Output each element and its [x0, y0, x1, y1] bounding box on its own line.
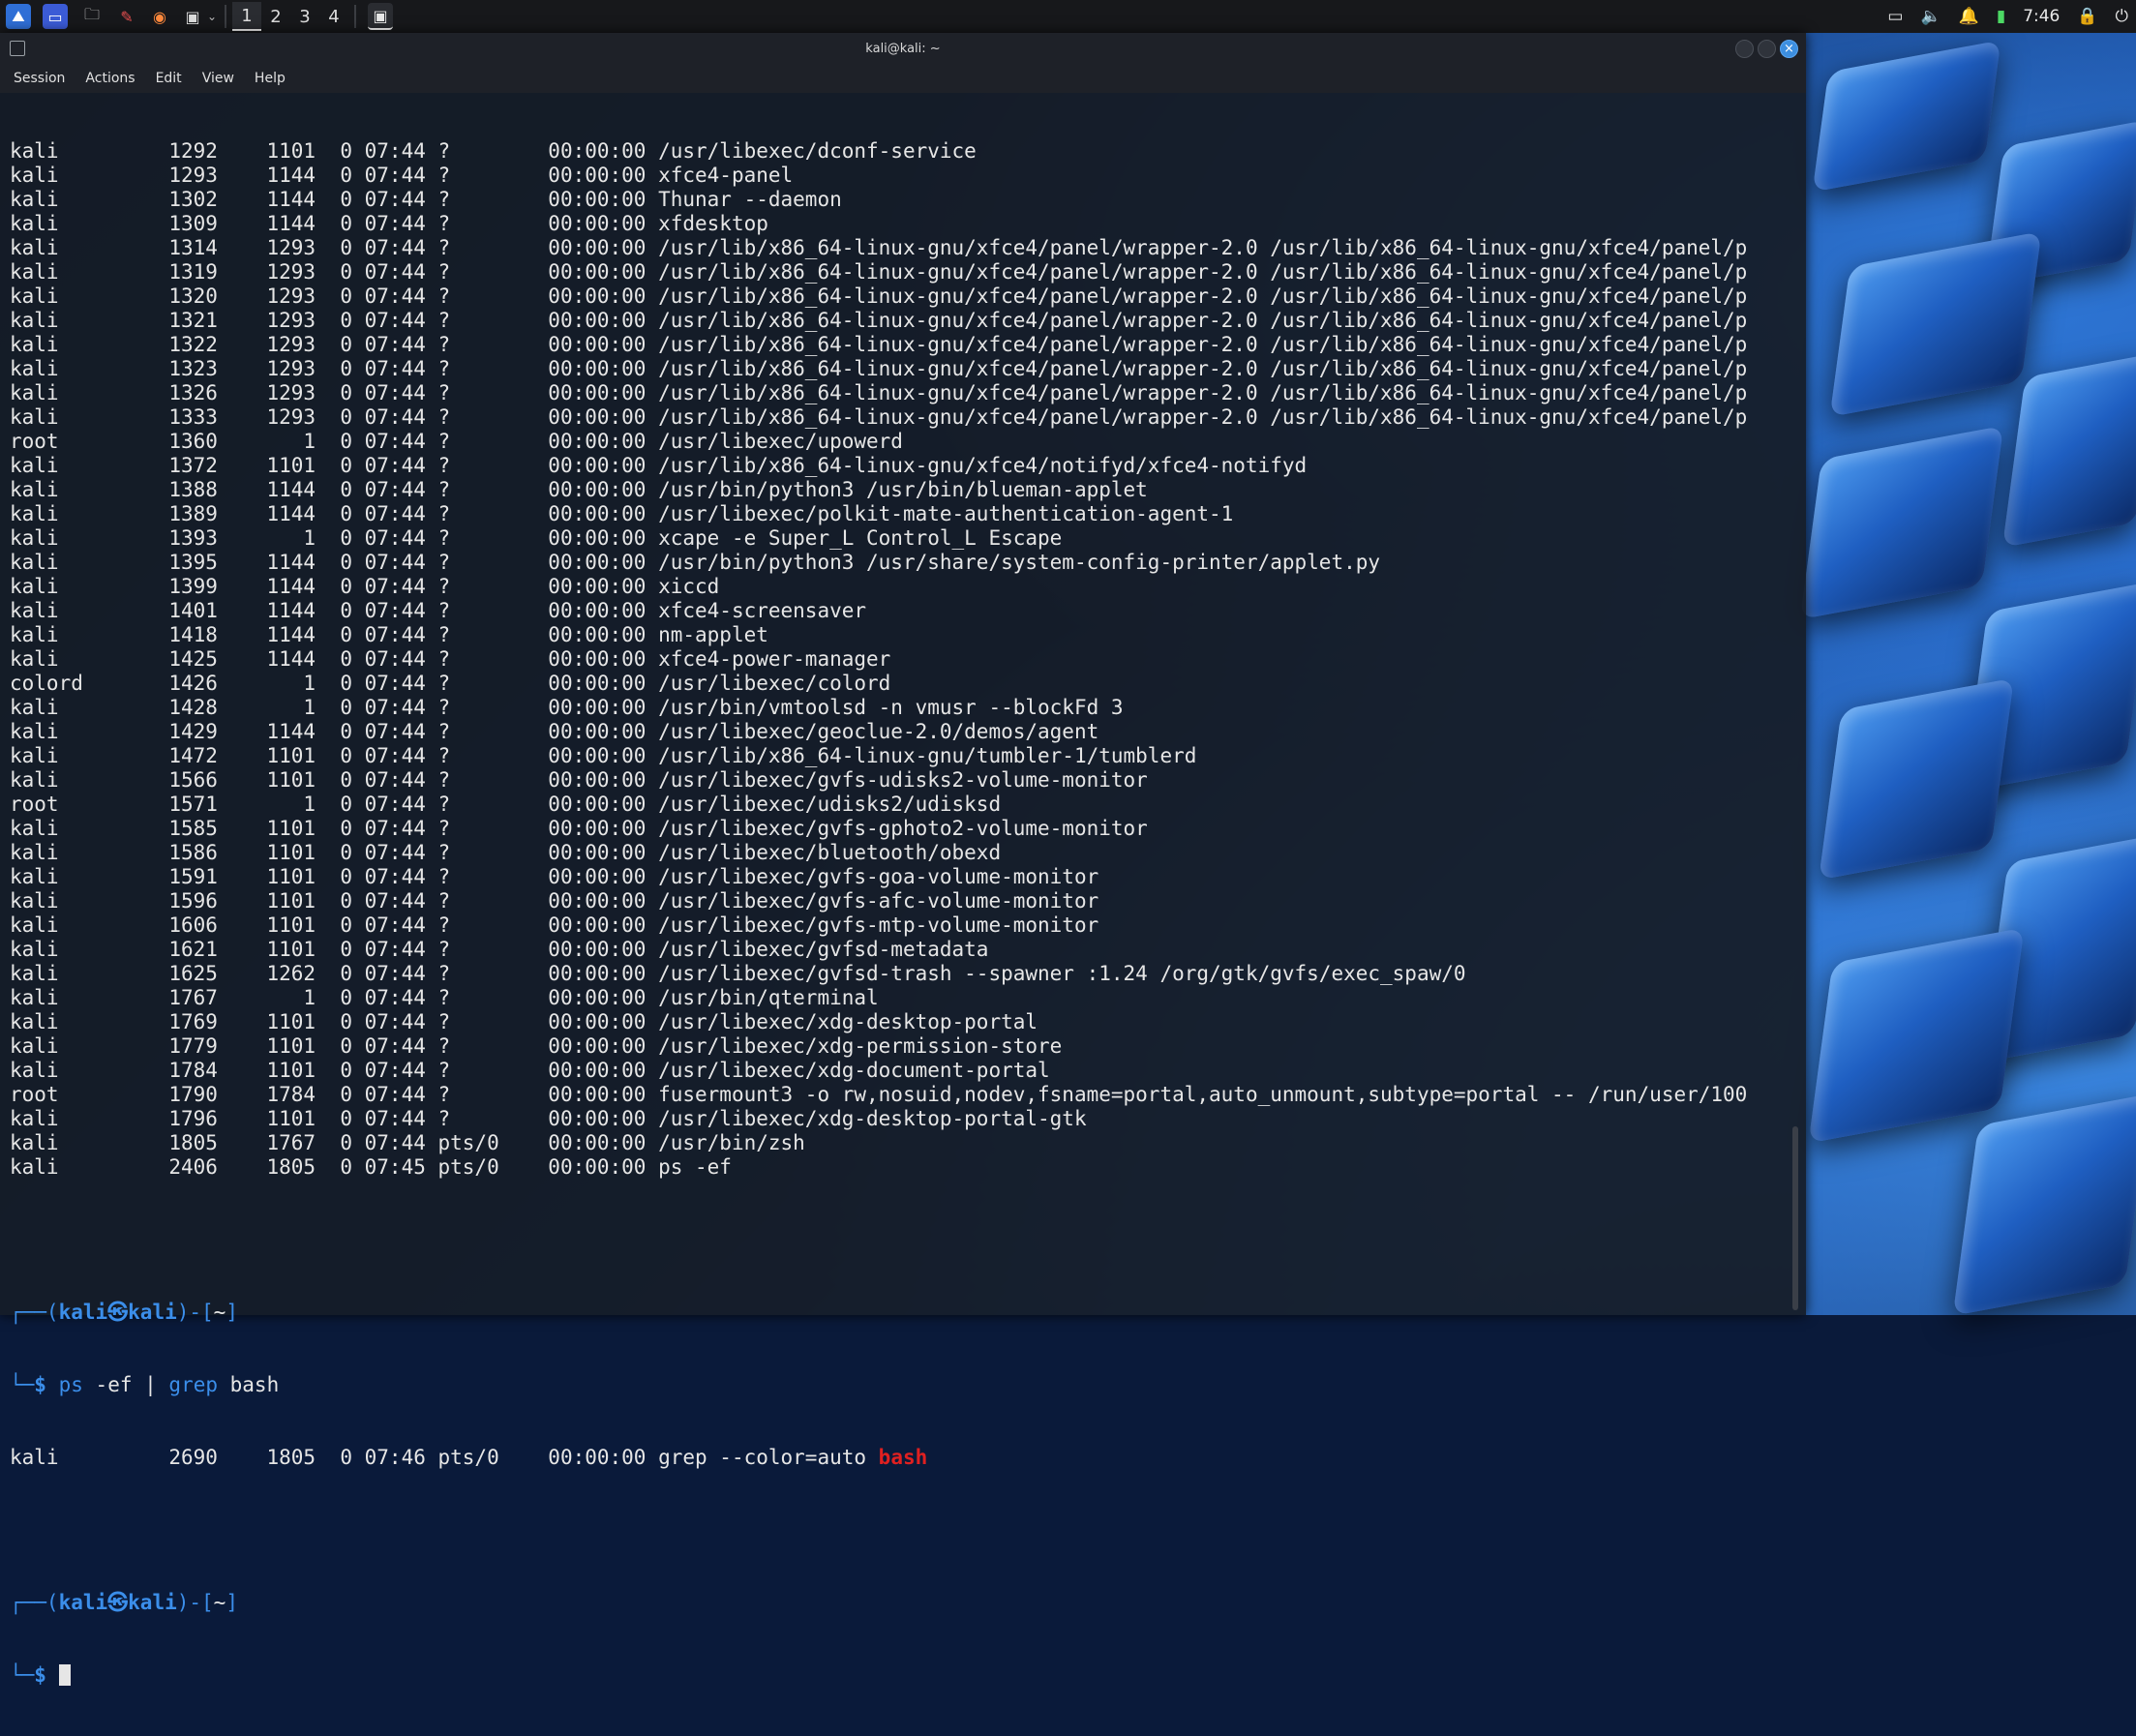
process-row: kali 1767 1 0 07:44 ? 00:00:00 /usr/bin/… — [10, 986, 879, 1009]
process-row: kali 1805 1767 0 07:44 pts/0 00:00:00 /u… — [10, 1131, 805, 1154]
process-row: kali 1621 1101 0 07:44 ? 00:00:00 /usr/l… — [10, 938, 989, 961]
menu-bar: Session Actions Edit View Help — [0, 64, 1806, 93]
file-manager-icon[interactable]: 🗀 — [79, 4, 105, 29]
command-name: grep — [168, 1373, 218, 1396]
window-titlebar[interactable]: kali@kali: ~ × — [0, 33, 1806, 64]
command-name: ps — [58, 1373, 83, 1396]
terminal-icon[interactable]: ▣ — [180, 4, 205, 29]
text-cursor — [58, 1664, 71, 1686]
top-panel: ⛰ ▭ 🗀 ✎ ◉ ▣ ⌄ 1 2 3 4 ▣ ▭ 🔈 🔔 ▮ 7:46 🔒 ⏻ — [0, 0, 2136, 33]
process-row: kali 1302 1144 0 07:44 ? 00:00:00 Thunar… — [10, 188, 842, 211]
taskbar-terminal-button[interactable]: ▣ — [368, 3, 393, 30]
process-row: kali 1625 1262 0 07:44 ? 00:00:00 /usr/l… — [10, 962, 1466, 985]
menu-help[interactable]: Help — [248, 71, 292, 86]
process-row: kali 1293 1144 0 07:44 ? 00:00:00 xfce4-… — [10, 164, 794, 187]
process-row: kali 1393 1 0 07:44 ? 00:00:00 xcape -e … — [10, 526, 1063, 550]
process-row: kali 1401 1144 0 07:44 ? 00:00:00 xfce4-… — [10, 599, 867, 622]
process-row: kali 1372 1101 0 07:44 ? 00:00:00 /usr/l… — [10, 454, 1308, 477]
process-row: kali 1606 1101 0 07:44 ? 00:00:00 /usr/l… — [10, 913, 1099, 937]
process-row: kali 1769 1101 0 07:44 ? 00:00:00 /usr/l… — [10, 1010, 1038, 1033]
process-row: kali 1472 1101 0 07:44 ? 00:00:00 /usr/l… — [10, 744, 1197, 767]
process-row: kali 1320 1293 0 07:44 ? 00:00:00 /usr/l… — [10, 284, 1748, 308]
process-row: kali 1418 1144 0 07:44 ? 00:00:00 nm-app… — [10, 623, 768, 646]
process-row: kali 1591 1101 0 07:44 ? 00:00:00 /usr/l… — [10, 865, 1099, 888]
workspace-3[interactable]: 3 — [290, 3, 319, 30]
display-icon[interactable]: ▭ — [1887, 7, 1903, 26]
process-row: kali 1388 1144 0 07:44 ? 00:00:00 /usr/b… — [10, 478, 1148, 501]
workspace-4[interactable]: 4 — [319, 3, 348, 30]
process-row: kali 1319 1293 0 07:44 ? 00:00:00 /usr/l… — [10, 260, 1748, 284]
process-row: kali 1323 1293 0 07:44 ? 00:00:00 /usr/l… — [10, 357, 1748, 380]
window-menu-icon[interactable] — [10, 41, 25, 56]
grep-result-columns: kali 2690 1805 0 07:46 pts/0 00:00:00 — [10, 1446, 659, 1469]
logout-icon[interactable]: ⏻ — [2116, 7, 2128, 26]
menu-actions[interactable]: Actions — [78, 71, 141, 86]
process-row: kali 2406 1805 0 07:45 pts/0 00:00:00 ps… — [10, 1155, 732, 1179]
process-row: kali 1399 1144 0 07:44 ? 00:00:00 xiccd — [10, 575, 720, 598]
workspace-2[interactable]: 2 — [261, 3, 290, 30]
grep-match: bash — [878, 1446, 928, 1469]
process-row: root 1360 1 0 07:44 ? 00:00:00 /usr/libe… — [10, 430, 903, 453]
process-row: kali 1429 1144 0 07:44 ? 00:00:00 /usr/l… — [10, 720, 1099, 743]
menu-session[interactable]: Session — [7, 71, 72, 86]
process-list: kali 1292 1101 0 07:44 ? 00:00:00 /usr/l… — [10, 139, 1790, 1180]
process-row: root 1571 1 0 07:44 ? 00:00:00 /usr/libe… — [10, 793, 1002, 816]
process-row: kali 1585 1101 0 07:44 ? 00:00:00 /usr/l… — [10, 817, 1148, 840]
chevron-down-icon[interactable]: ⌄ — [205, 4, 219, 29]
close-button[interactable]: × — [1780, 40, 1798, 58]
process-row: kali 1314 1293 0 07:44 ? 00:00:00 /usr/l… — [10, 236, 1748, 259]
panel-separator — [354, 5, 356, 28]
process-row: kali 1326 1293 0 07:44 ? 00:00:00 /usr/l… — [10, 381, 1748, 404]
window-title: kali@kali: ~ — [865, 41, 941, 56]
menu-edit[interactable]: Edit — [149, 71, 189, 86]
desktop-icon[interactable]: ▭ — [43, 4, 68, 29]
process-row: kali 1321 1293 0 07:44 ? 00:00:00 /usr/l… — [10, 309, 1748, 332]
process-row: kali 1596 1101 0 07:44 ? 00:00:00 /usr/l… — [10, 889, 1099, 913]
maximize-button[interactable] — [1758, 40, 1776, 58]
terminal-output[interactable]: kali 1292 1101 0 07:44 ? 00:00:00 /usr/l… — [10, 91, 1790, 1687]
process-row: colord 1426 1 0 07:44 ? 00:00:00 /usr/li… — [10, 672, 891, 695]
volume-icon[interactable]: 🔈 — [1920, 7, 1940, 26]
text-editor-icon[interactable]: ✎ — [114, 4, 139, 29]
kali-menu-icon[interactable]: ⛰ — [6, 4, 31, 29]
clock[interactable]: 7:46 — [2023, 7, 2060, 26]
notification-bell-icon[interactable]: 🔔 — [1959, 7, 1979, 26]
process-row: kali 1425 1144 0 07:44 ? 00:00:00 xfce4-… — [10, 647, 891, 671]
scrollbar[interactable] — [1792, 1126, 1798, 1310]
process-row: kali 1322 1293 0 07:44 ? 00:00:00 /usr/l… — [10, 333, 1748, 356]
process-row: kali 1309 1144 0 07:44 ? 00:00:00 xfdesk… — [10, 212, 768, 235]
menu-view[interactable]: View — [196, 71, 241, 86]
process-row: kali 1428 1 0 07:44 ? 00:00:00 /usr/bin/… — [10, 696, 1124, 719]
grep-result-line: kali 2690 1805 0 07:46 pts/0 00:00:00 gr… — [10, 1446, 928, 1469]
command-line: └─$ ps -ef | grep bash — [10, 1373, 280, 1396]
battery-icon[interactable]: ▮ — [1997, 7, 2005, 26]
lock-icon[interactable]: 🔒 — [2077, 7, 2097, 26]
prompt-line: ┌──(kali㉿kali)-[~] — [10, 1591, 238, 1614]
workspace-1[interactable]: 1 — [232, 2, 261, 31]
system-tray: ▭ 🔈 🔔 ▮ 7:46 🔒 ⏻ — [1887, 0, 2128, 33]
process-row: kali 1566 1101 0 07:44 ? 00:00:00 /usr/l… — [10, 768, 1148, 792]
process-row: kali 1796 1101 0 07:44 ? 00:00:00 /usr/l… — [10, 1107, 1087, 1130]
terminal-window[interactable]: kali@kali: ~ × Session Actions Edit View… — [0, 33, 1806, 1687]
firefox-icon[interactable]: ◉ — [147, 4, 172, 29]
process-row: kali 1586 1101 0 07:44 ? 00:00:00 /usr/l… — [10, 841, 1002, 864]
process-row: kali 1292 1101 0 07:44 ? 00:00:00 /usr/l… — [10, 139, 977, 163]
process-row: kali 1395 1144 0 07:44 ? 00:00:00 /usr/b… — [10, 551, 1381, 574]
process-row: kali 1333 1293 0 07:44 ? 00:00:00 /usr/l… — [10, 405, 1748, 429]
panel-separator — [225, 5, 226, 28]
process-row: kali 1389 1144 0 07:44 ? 00:00:00 /usr/l… — [10, 502, 1234, 525]
input-line[interactable]: └─$ — [10, 1663, 1790, 1688]
process-row: root 1790 1784 0 07:44 ? 00:00:00 fuserm… — [10, 1083, 1748, 1106]
prompt-line: ┌──(kali㉿kali)-[~] — [10, 1301, 238, 1324]
process-row: kali 1779 1101 0 07:44 ? 00:00:00 /usr/l… — [10, 1034, 1063, 1058]
process-row: kali 1784 1101 0 07:44 ? 00:00:00 /usr/l… — [10, 1059, 1050, 1082]
minimize-button[interactable] — [1735, 40, 1754, 58]
